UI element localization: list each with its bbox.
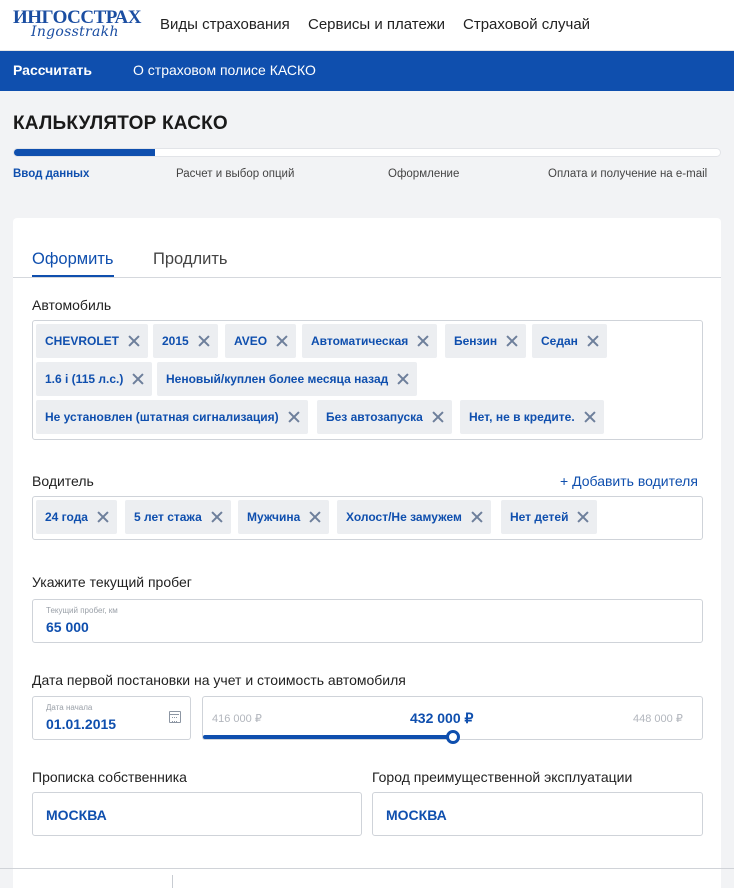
usage-city-input[interactable]: МОСКВА — [372, 792, 703, 836]
chip-car-credit[interactable]: Нет, не в кредите. — [460, 400, 604, 434]
nav-insured-event[interactable]: Страховой случай — [463, 16, 590, 33]
owner-label: Прописка собственника — [32, 769, 187, 785]
chip-label: 5 лет стажа — [134, 510, 202, 524]
step-payment: Оплата и получение на e-mail — [548, 168, 708, 180]
chip-car-make[interactable]: CHEVROLET — [36, 324, 149, 358]
chip-label: CHEVROLET — [45, 334, 120, 348]
mileage-label: Укажите текущий пробег — [32, 574, 192, 590]
step-registration: Оформление — [388, 168, 460, 180]
tab-renew[interactable]: Продлить — [153, 250, 227, 269]
chip-label: 1.6 i (115 л.с.) — [45, 372, 124, 386]
close-icon[interactable] — [432, 411, 444, 423]
chip-driver-age[interactable]: 24 года — [36, 500, 117, 534]
mileage-caption: Текущий пробег, км — [46, 606, 118, 615]
close-icon[interactable] — [132, 373, 144, 385]
close-icon[interactable] — [397, 373, 409, 385]
close-icon[interactable] — [587, 335, 599, 347]
chip-car-transmission[interactable]: Автоматическая — [302, 324, 438, 358]
step-calculation: Расчет и выбор опций — [176, 168, 295, 180]
chip-label: Бензин — [454, 334, 498, 348]
chip-car-alarm[interactable]: Не установлен (штатная сигнализация) — [36, 400, 308, 434]
close-icon[interactable] — [198, 335, 210, 347]
mileage-value: 65 000 — [46, 619, 89, 635]
registration-label: Дата первой постановки на учет и стоимос… — [32, 672, 406, 688]
close-icon[interactable] — [128, 335, 140, 347]
subnav-about-policy[interactable]: О страховом полисе КАСКО — [133, 62, 316, 78]
page-title: КАЛЬКУЛЯТОР КАСКО — [13, 113, 228, 134]
chip-label: Нет детей — [510, 510, 569, 524]
price-slider-handle[interactable] — [446, 730, 460, 744]
chip-car-body[interactable]: Седан — [532, 324, 607, 358]
chip-label: Без автозапуска — [326, 410, 423, 424]
chip-car-year[interactable]: 2015 — [153, 324, 218, 358]
close-icon[interactable] — [211, 511, 223, 523]
owner-city-input[interactable]: МОСКВА — [32, 792, 362, 836]
chip-driver-experience[interactable]: 5 лет стажа — [125, 500, 231, 534]
chip-driver-gender[interactable]: Мужчина — [238, 500, 330, 534]
price-min-label: 416 000 ₽ — [212, 713, 262, 725]
chip-label: Холост/Не замужем — [346, 510, 462, 524]
car-label: Автомобиль — [32, 297, 112, 313]
subnav-calculate[interactable]: Рассчитать — [13, 62, 92, 78]
chip-car-autostart[interactable]: Без автозапуска — [317, 400, 452, 434]
price-current-value: 432 000 ₽ — [410, 710, 474, 726]
city-label: Город преимущественной эксплуатации — [372, 769, 633, 785]
date-value: 01.01.2015 — [46, 716, 117, 732]
add-driver-link[interactable]: + Добавить водителя — [560, 473, 698, 489]
nav-insurance-types[interactable]: Виды страхования — [160, 16, 290, 33]
chip-driver-marital[interactable]: Холост/Не замужем — [337, 500, 491, 534]
calendar-icon[interactable] — [169, 711, 181, 723]
tabs-divider — [13, 277, 721, 278]
tab-issue[interactable]: Оформить — [32, 250, 113, 269]
progress-bar — [13, 148, 721, 157]
close-icon[interactable] — [97, 511, 109, 523]
price-slider-box[interactable]: 416 000 ₽ 432 000 ₽ 448 000 ₽ — [202, 696, 703, 744]
date-input[interactable]: Дата начала 01.01.2015 — [32, 696, 191, 740]
date-caption: Дата начала — [46, 703, 93, 712]
nav-services-payments[interactable]: Сервисы и платежи — [308, 16, 445, 33]
driver-label: Водитель — [32, 473, 94, 489]
close-icon[interactable] — [471, 511, 483, 523]
close-icon[interactable] — [417, 335, 429, 347]
chip-label: 2015 — [162, 334, 189, 348]
mileage-input[interactable]: Текущий пробег, км 65 000 — [32, 599, 703, 643]
chip-label: 24 года — [45, 510, 88, 524]
top-header: ИНГОССТРАХ Ingosstrakh Виды страхования … — [0, 0, 734, 51]
progress-fill — [14, 149, 156, 156]
close-icon[interactable] — [288, 411, 300, 423]
close-icon[interactable] — [506, 335, 518, 347]
chip-car-fuel[interactable]: Бензин — [445, 324, 527, 358]
chip-label: Мужчина — [247, 510, 301, 524]
chip-label: Нет, не в кредите. — [469, 410, 575, 424]
chip-label: Автоматическая — [311, 334, 409, 348]
chip-driver-children[interactable]: Нет детей — [501, 500, 598, 534]
close-icon[interactable] — [577, 511, 589, 523]
calculator-card: Оформить Продлить Автомобиль CHEVROLET 2… — [13, 218, 721, 888]
car-chips-box[interactable]: CHEVROLET 2015 AVEO Автоматическая Бензи… — [32, 320, 703, 440]
chip-label: Седан — [541, 334, 578, 348]
close-icon[interactable] — [584, 411, 596, 423]
chip-label: Неновый/куплен более месяца назад — [166, 372, 389, 386]
chip-car-engine[interactable]: 1.6 i (115 л.с.) — [36, 362, 153, 396]
usage-city-value: МОСКВА — [386, 807, 447, 823]
price-max-label: 448 000 ₽ — [633, 713, 683, 725]
price-slider-track[interactable] — [203, 735, 453, 739]
close-icon[interactable] — [309, 511, 321, 523]
chip-car-model[interactable]: AVEO — [225, 324, 297, 358]
chip-label: Не установлен (штатная сигнализация) — [45, 410, 279, 424]
chip-car-condition[interactable]: Неновый/куплен более месяца назад — [157, 362, 418, 396]
chip-label: AVEO — [234, 334, 268, 348]
footer-divider — [0, 868, 734, 869]
subnav-bar: Рассчитать О страховом полисе КАСКО — [0, 51, 734, 91]
close-icon[interactable] — [276, 335, 288, 347]
logo-script-text: Ingosstrakh — [31, 24, 119, 40]
driver-chips-box[interactable]: 24 года 5 лет стажа Мужчина Холост/Не за… — [32, 496, 703, 540]
ingosstrakh-logo[interactable]: ИНГОССТРАХ Ingosstrakh — [13, 7, 141, 43]
footer-separator — [172, 875, 173, 888]
owner-city-value: МОСКВА — [46, 807, 107, 823]
step-data-entry: Ввод данных — [13, 168, 90, 180]
